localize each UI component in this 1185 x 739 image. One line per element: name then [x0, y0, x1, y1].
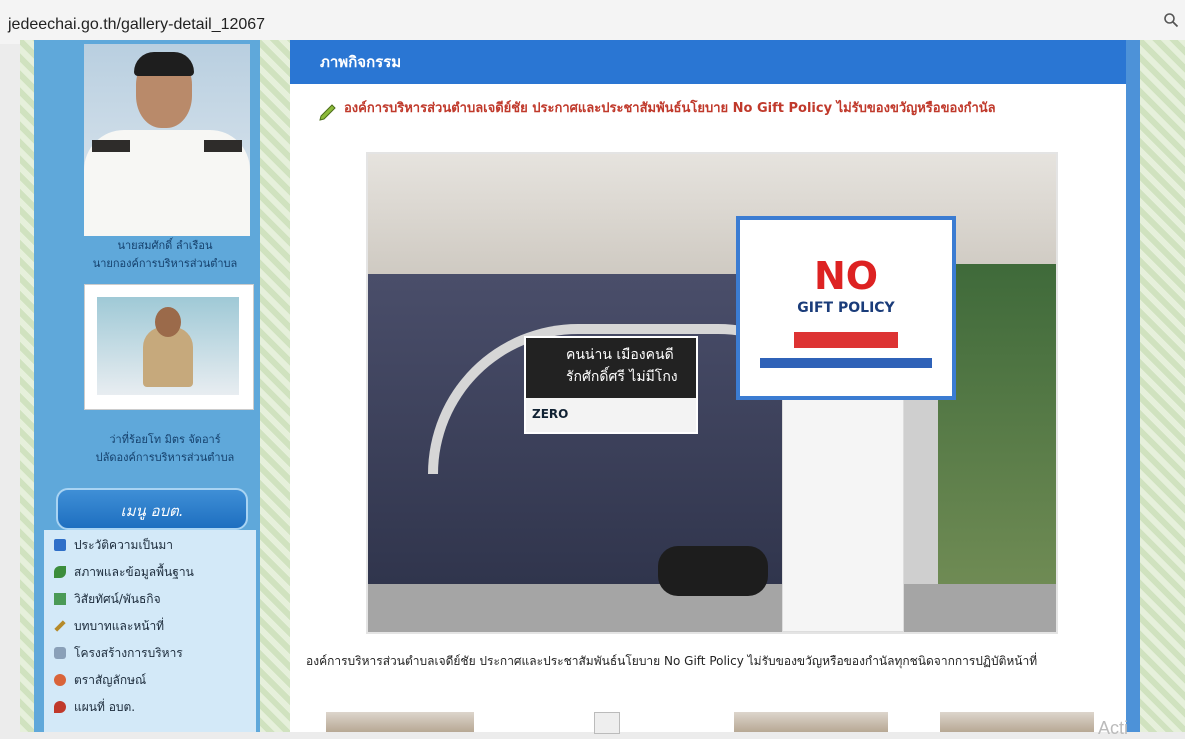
- photo-caption: องค์การบริหารส่วนตำบลเจดีย์ชัย ประกาศและ…: [306, 654, 1038, 668]
- sidebar-item-label: บทบาทและหน้าที่: [74, 618, 165, 633]
- no-gift-policy-sign: NO GIFT POLICY: [736, 216, 956, 400]
- menu-header: เมนู อบต.: [56, 488, 248, 530]
- sidebar-item-label: สภาพและข้อมูลพื้นฐาน: [74, 564, 194, 579]
- map-icon: [54, 566, 66, 578]
- section-header: ภาพกิจกรรม: [290, 40, 1126, 84]
- pencil-icon: [319, 104, 336, 121]
- sidebar-item-label: วิสัยทัศน์/พันธกิจ: [74, 591, 161, 606]
- sign2-big-text: NO: [813, 254, 879, 298]
- sidebar-item-basic-info[interactable]: สภาพและข้อมูลพื้นฐาน: [54, 561, 194, 583]
- sidebar-item-structure[interactable]: โครงสร้างการบริหาร: [54, 642, 183, 664]
- pin-icon: [54, 701, 66, 713]
- sidebar-item-label: แผนที่ อบต.: [74, 699, 136, 714]
- deputy-photo: [84, 284, 254, 410]
- thumbnail-3[interactable]: [734, 712, 888, 732]
- menu-title: เมนู อบต.: [120, 502, 184, 520]
- right-border: [1126, 40, 1140, 732]
- thumbnail-1[interactable]: [326, 712, 474, 732]
- person2-name: ว่าที่ร้อยโท มิตร จัดอาร์: [109, 433, 221, 446]
- sidebar-item-vision[interactable]: วิสัยทัศน์/พันธกิจ: [54, 588, 161, 610]
- sidebar-item-history[interactable]: ประวัติความเป็นมา: [54, 534, 173, 556]
- sidebar-item-label: โครงสร้างการบริหาร: [74, 645, 183, 660]
- sidebar-item-label: ตราสัญลักษณ์: [74, 672, 147, 687]
- sign1-line1: คนน่าน เมืองคนดี: [566, 347, 674, 363]
- sidebar-item-map[interactable]: แผนที่ อบต.: [54, 696, 135, 718]
- sign1-line2: รักศักดิ์ศรี ไม่มีโกง: [566, 369, 678, 385]
- person2-position: ปลัดองค์การบริหารส่วนตำบล: [95, 451, 235, 464]
- sidebar-item-label: ประวัติความเป็นมา: [74, 537, 174, 552]
- thumbnail-4[interactable]: [940, 712, 1094, 732]
- activate-watermark: Acti: [1098, 718, 1129, 738]
- person1-name: นายสมศักดิ์ ลำเรือน: [117, 239, 213, 252]
- article-title: องค์การบริหารส่วนตำบลเจดีย์ชัย ประกาศและ…: [344, 101, 996, 116]
- main-gallery-photo[interactable]: คนน่าน เมืองคนดี รักศักดิ์ศรี ไม่มีโกง Z…: [366, 152, 1058, 634]
- url-text: jedeechai.go.th/gallery-detail_12067: [8, 16, 266, 33]
- mayor-photo: [84, 44, 250, 236]
- thumbnail-broken-icon[interactable]: [594, 712, 620, 734]
- person1-position: นายกองค์การบริหารส่วนตำบล: [92, 257, 238, 270]
- sidebar-menu: ประวัติความเป็นมา สภาพและข้อมูลพื้นฐาน ว…: [44, 530, 256, 732]
- section-title: ภาพกิจกรรม: [320, 53, 402, 71]
- book-icon: [54, 539, 66, 551]
- emblem-icon: [54, 674, 66, 686]
- anti-corruption-sign: คนน่าน เมืองคนดี รักศักดิ์ศรี ไม่มีโกง Z…: [524, 336, 698, 434]
- browser-address-bar[interactable]: jedeechai.go.th/gallery-detail_12067: [0, 0, 1185, 44]
- flag-icon: [54, 593, 66, 605]
- sign1-logo: ZERO: [532, 407, 569, 421]
- zoom-icon[interactable]: [1163, 12, 1179, 28]
- sign2-sub-text: GIFT POLICY: [797, 300, 895, 316]
- pen-icon: [54, 620, 66, 632]
- sidebar-item-duties[interactable]: บทบาทและหน้าที่: [54, 615, 164, 637]
- org-icon: [54, 647, 66, 659]
- sidebar-item-emblem[interactable]: ตราสัญลักษณ์: [54, 669, 146, 691]
